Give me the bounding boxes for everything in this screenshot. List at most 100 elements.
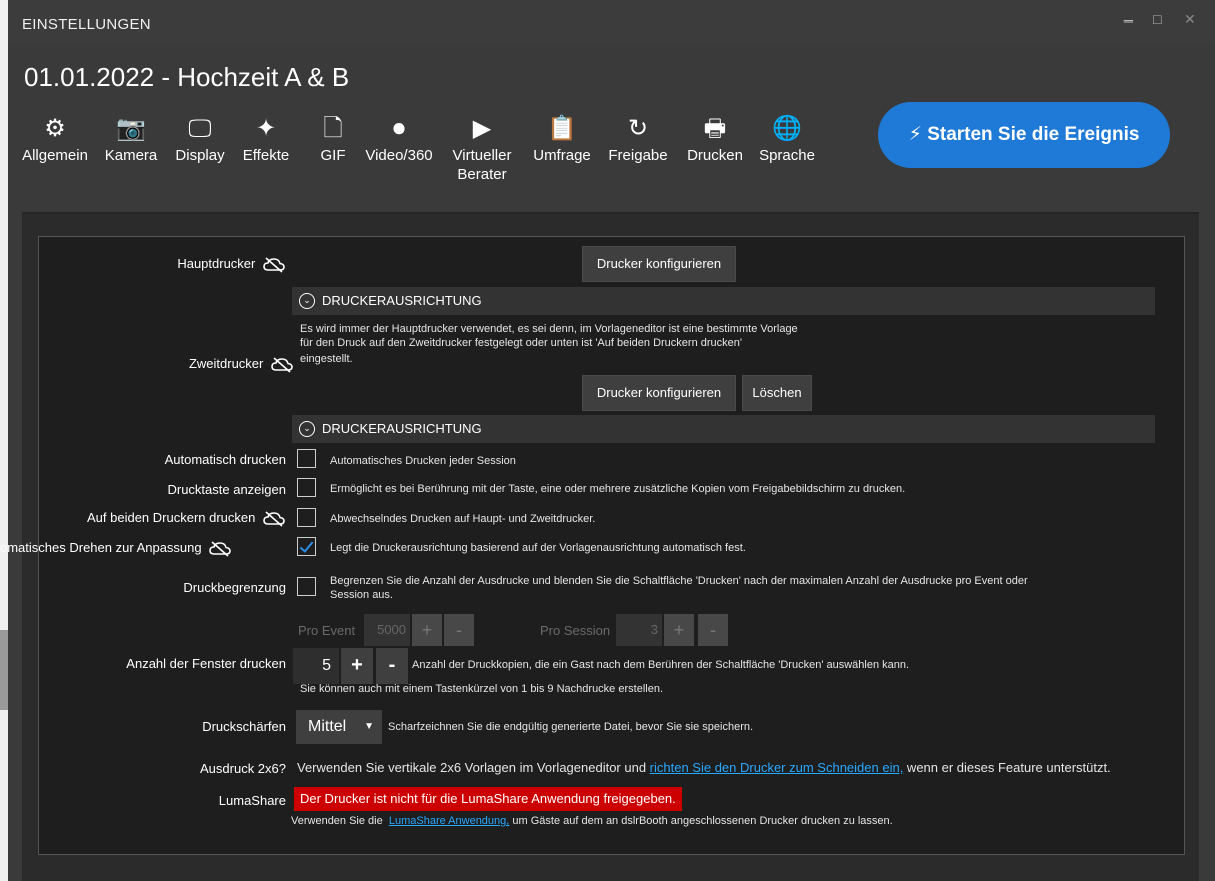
printer-cut-setup-link[interactable]: richten Sie den Drucker zum Schneiden ei… [650, 760, 904, 775]
video-icon: ⏺ [393, 115, 405, 142]
chevron-down-icon: ▼ [364, 721, 374, 732]
auto-rotate-row: omatisches Drehen zur Anpassung [0, 540, 286, 557]
nav-label-line2: Berater [457, 166, 507, 183]
nav-item-freigabe[interactable]: ↻ Freigabe [602, 112, 674, 165]
cloud-off-icon [263, 510, 285, 527]
nav-label: Drucken [687, 147, 743, 164]
per-session-input[interactable]: 3 [616, 614, 662, 646]
monitor-icon: 🖵 [188, 115, 212, 142]
nav-item-drucken[interactable]: 🖶 Drucken [680, 112, 750, 165]
print-sharpen-dropdown[interactable]: Mittel ▼ [296, 710, 382, 744]
nav-item-sprache[interactable]: 🌐 Sprache [752, 112, 822, 165]
nav-label: Sprache [759, 147, 815, 164]
print-copies-plus-button[interactable]: + [341, 648, 373, 684]
nav-item-umfrage[interactable]: 📋 Umfrage [526, 112, 598, 165]
cloud-off-icon [263, 256, 285, 273]
print-sharpen-label: Druckschärfen [202, 719, 286, 734]
section-title: DRUCKERAUSRICHTUNG [322, 293, 482, 308]
print-copies-label: Anzahl der Fenster drucken [126, 656, 286, 671]
nav-item-video[interactable]: ⏺ Video/360 [358, 112, 440, 165]
chevron-down-icon: ⌄ [299, 421, 315, 437]
per-session-plus-button[interactable]: + [664, 614, 694, 646]
nav-item-allgemein[interactable]: ⚙ Allgemein [18, 112, 92, 165]
main-printer-label: Hauptdrucker [177, 256, 256, 271]
nav-label: GIF [320, 147, 346, 164]
print-2x6-desc-pre: Verwenden Sie vertikale 2x6 Vorlagen im … [297, 760, 650, 775]
printer-icon: 🖶 [703, 115, 727, 142]
print-copies-minus-button[interactable]: - [376, 648, 408, 684]
print-button-label: Drucktaste anzeigen [167, 482, 286, 497]
per-event-label: Pro Event [298, 623, 356, 638]
lumashare-app-link[interactable]: LumaShare Anwendung, [389, 815, 509, 827]
nav-label: Display [175, 147, 225, 164]
nav-item-effekte[interactable]: ✦ Effekte [236, 112, 296, 165]
effects-icon: ✦ [255, 115, 277, 142]
print-2x6-label: Ausdruck 2x6? [200, 761, 286, 776]
nav-item-display[interactable]: 🖵 Display [170, 112, 230, 165]
nav-item-virtueller-berater[interactable]: ▶ Virtueller Berater [442, 112, 522, 184]
print-limit-checkbox[interactable] [297, 577, 316, 596]
per-event-minus-button[interactable]: - [444, 614, 474, 646]
secondary-printer-label: Zweitdrucker [188, 356, 264, 371]
per-event-input[interactable]: 5000 [364, 614, 410, 646]
main-printer-configure-button[interactable]: Drucker konfigurieren [582, 246, 736, 282]
nav-item-gif[interactable]: 🗋 GIF [316, 112, 350, 165]
auto-rotate-desc: Legt die Druckerausrichtung basierend au… [330, 542, 746, 554]
secondary-printer-desc-line3: eingestellt. [300, 353, 353, 365]
camera-icon: 📷 [116, 115, 146, 142]
auto-rotate-label: omatisches Drehen zur Anpassung [0, 540, 202, 555]
event-title: 01.01.2022 - Hochzeit A & B [24, 62, 350, 92]
gif-file-icon: 🗋 [323, 115, 343, 142]
secondary-printer-desc-line1: Es wird immer der Hauptdrucker verwendet… [300, 323, 798, 335]
close-button[interactable]: ✕ [1184, 11, 1196, 28]
nav-label: Freigabe [608, 147, 668, 164]
both-printers-label: Auf beiden Druckern drucken [87, 510, 256, 525]
globe-icon: 🌐 [772, 115, 802, 142]
secondary-printer-row: Zweitdrucker [189, 356, 293, 373]
print-button-desc: Ermöglicht es bei Berührung mit der Tast… [330, 483, 906, 495]
both-printers-desc: Abwechselndes Drucken auf Haupt- und Zwe… [330, 513, 596, 525]
per-session-minus-button[interactable]: - [698, 614, 728, 646]
print-button-checkbox[interactable] [297, 478, 316, 497]
main-printer-row: Hauptdrucker [177, 256, 285, 273]
lumashare-label: LumaShare [218, 793, 286, 808]
lumashare-desc-post: um Gäste auf dem an dslrBooth angeschlos… [509, 815, 893, 827]
auto-rotate-checkbox[interactable] [297, 537, 316, 556]
per-session-label: Pro Session [540, 623, 611, 638]
share-icon: ↻ [627, 115, 649, 142]
clipboard-icon: 📋 [547, 115, 577, 142]
nav-item-kamera[interactable]: 📷 Kamera [98, 112, 164, 165]
maximize-button[interactable]: □ [1153, 11, 1161, 27]
gear-icon: ⚙ [44, 115, 66, 142]
print-limit-label: Druckbegrenzung [183, 580, 286, 595]
cloud-off-icon [209, 540, 232, 557]
nav-label: Virtueller [452, 147, 512, 164]
nav-label: Kamera [104, 147, 158, 164]
print-limit-desc-line1: Begrenzen Sie die Anzahl der Ausdrucke u… [330, 575, 1028, 587]
print-copies-input[interactable]: 5 [293, 648, 339, 684]
chevron-down-icon: ⌄ [299, 293, 315, 309]
both-printers-checkbox[interactable] [297, 508, 316, 527]
background-fragment [0, 630, 8, 710]
auto-print-desc: Automatisches Drucken jeder Session [330, 455, 516, 467]
print-sharpen-value: Mittel [308, 718, 347, 735]
nav-label: Umfrage [533, 147, 591, 164]
secondary-printer-desc-line2: für den Druck auf den Zweitdrucker festg… [300, 337, 742, 349]
secondary-printer-delete-button[interactable]: Löschen [742, 375, 812, 411]
printer-orientation-section-main[interactable]: ⌄ DRUCKERAUSRICHTUNG [292, 287, 1155, 315]
start-event-button[interactable]: ⚡ Starten Sie die Ereignis [878, 102, 1170, 168]
start-event-label: Starten Sie die Ereignis [927, 124, 1140, 145]
cloud-off-icon [271, 356, 293, 373]
print-copies-desc: Anzahl der Druckkopien, die ein Gast nac… [412, 659, 910, 671]
auto-print-checkbox[interactable] [297, 449, 316, 468]
print-2x6-desc-post: wenn er dieses Feature unterstützt. [903, 760, 1111, 775]
printer-orientation-section-secondary[interactable]: ⌄ DRUCKERAUSRICHTUNG [292, 415, 1155, 443]
per-event-plus-button[interactable]: + [412, 614, 442, 646]
lumashare-desc-pre: Verwenden Sie die [291, 815, 389, 827]
minimize-button[interactable]: ‗ [1124, 6, 1133, 24]
title-bar: EINSTELLUNGEN ‗ □ ✕ [8, 0, 1215, 44]
secondary-printer-configure-button[interactable]: Drucker konfigurieren [582, 375, 736, 411]
window-title: EINSTELLUNGEN [22, 16, 151, 33]
lightning-icon: ⚡ [908, 124, 922, 145]
print-sharpen-desc: Scharfzeichnen Sie die endgültig generie… [388, 721, 754, 733]
